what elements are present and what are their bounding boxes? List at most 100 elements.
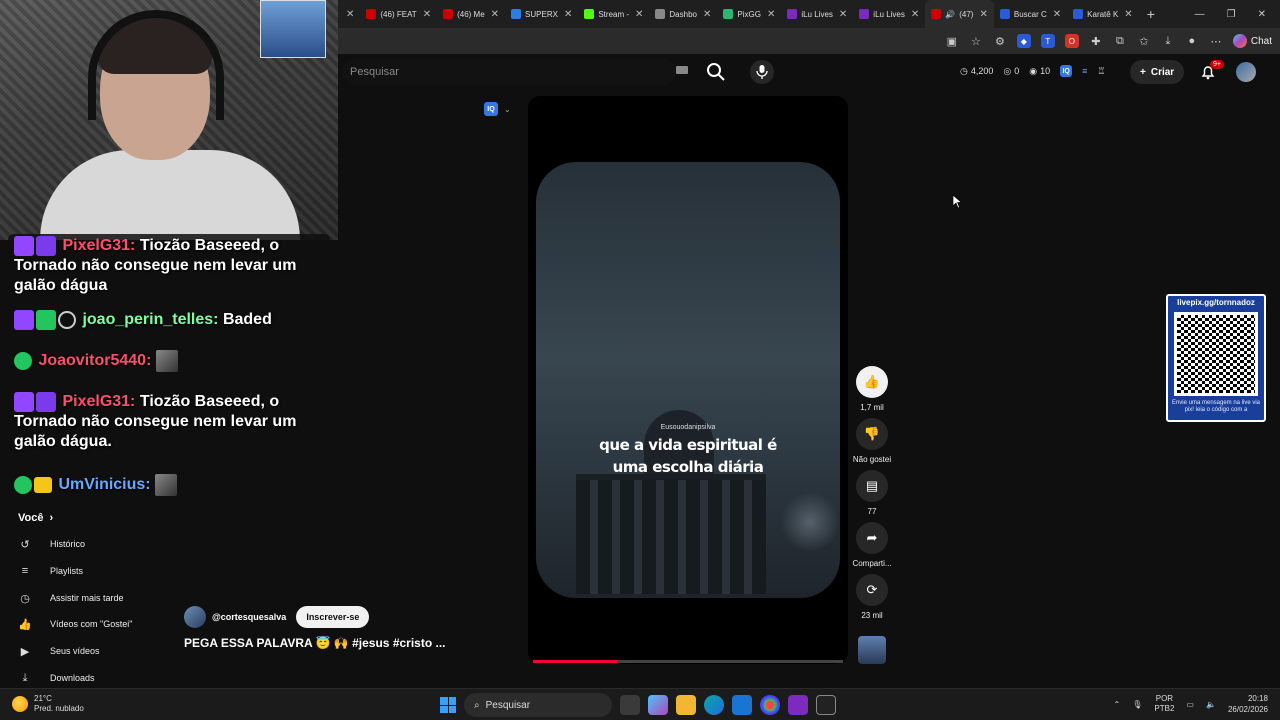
subscribe-button[interactable]: Inscrever-se [296, 606, 370, 628]
browser-tab[interactable]: Karatê K ✕ [1067, 0, 1139, 28]
close-window-button[interactable]: ✕ [1258, 9, 1266, 20]
browser-tab[interactable]: ✕ [338, 0, 360, 28]
close-icon[interactable]: ✕ [703, 9, 711, 20]
clock-date: 26/02/2026 [1227, 705, 1268, 714]
network-icon[interactable]: ▭ [1186, 700, 1194, 709]
remix-button[interactable]: ⟳ [856, 574, 888, 606]
sidebar-item-liked[interactable]: 👍 Vídeos com "Gostei" [18, 611, 132, 637]
like-button[interactable]: 👍 [856, 366, 888, 398]
account-avatar[interactable] [1236, 62, 1256, 82]
sidebar-item-watch-later[interactable]: ◷ Assistir mais tarde [18, 585, 123, 611]
keyboard-icon[interactable] [676, 66, 688, 74]
video-title[interactable]: PEGA ESSA PALAVRA 😇 🙌 #jesus #cristo ... [184, 636, 446, 650]
iq-extension-icon[interactable]: IQ [1060, 65, 1073, 77]
speaker-icon[interactable]: 🔊 [945, 10, 955, 19]
browser-tab[interactable]: (46) FEAT ✕ [360, 0, 437, 28]
copilot-icon[interactable] [648, 695, 668, 715]
extension-icon[interactable]: ⚙ [993, 34, 1007, 48]
comments-button[interactable]: ▤ [856, 470, 888, 502]
more-menu-icon[interactable]: ⋯ [1209, 34, 1223, 48]
share-button[interactable]: ➦ [856, 522, 888, 554]
trophy-icon[interactable]: ♖ [1097, 66, 1105, 77]
search-input[interactable]: Pesquisar [342, 59, 676, 85]
restore-button[interactable]: ❐ [1227, 9, 1236, 20]
puzzle-icon[interactable]: ✚ [1089, 34, 1103, 48]
windows-start-icon[interactable] [440, 697, 456, 713]
sidebar-item-playlists[interactable]: ≡ Playlists [18, 558, 83, 584]
video-caption: que a vida espiritual é uma escolha diár… [599, 436, 777, 476]
tab-label: Buscar C [1013, 9, 1047, 19]
file-explorer-icon[interactable] [676, 695, 696, 715]
photos-icon[interactable] [732, 695, 752, 715]
minimize-button[interactable]: — [1195, 9, 1205, 20]
browser-tab[interactable]: iLu Lives ✕ [853, 0, 925, 28]
close-icon[interactable]: ✕ [491, 9, 499, 20]
close-icon[interactable]: ✕ [767, 9, 775, 20]
qr-instructions: Envie uma mensagem na live via pix! leia… [1171, 400, 1261, 413]
close-icon[interactable]: ✕ [979, 9, 987, 20]
browser-tab[interactable]: Stream - ✕ [578, 0, 649, 28]
close-icon[interactable]: ✕ [839, 9, 847, 20]
mic-icon[interactable]: 🎙 [1132, 700, 1142, 709]
browser-tab[interactable]: PixGG ✕ [717, 0, 781, 28]
sidebar-section-you[interactable]: Você › [18, 512, 53, 524]
edge-icon[interactable] [704, 695, 724, 715]
browser-tab[interactable]: Dashbo ✕ [649, 0, 717, 28]
close-icon[interactable]: ✕ [911, 9, 919, 20]
close-icon[interactable]: ✕ [423, 9, 431, 20]
dislike-button[interactable]: 👎 [856, 418, 888, 450]
app-icon[interactable] [788, 695, 808, 715]
office-extension-icon[interactable]: O [1064, 34, 1079, 48]
task-view-icon[interactable] [620, 695, 640, 715]
chevron-up-icon[interactable]: ⌃ [1114, 700, 1121, 709]
live-chat-overlay: PixelG31: Tiozão Baseeed, o Tornado não … [0, 234, 338, 506]
download-icon[interactable]: ⤓ [1161, 34, 1175, 48]
close-icon[interactable]: ✕ [1053, 9, 1061, 20]
profile-icon[interactable]: ● [1185, 34, 1199, 48]
poster-thumbnail [260, 0, 326, 58]
shorts-player[interactable]: Eusouodanipsilva que a vida espiritual é… [528, 96, 848, 664]
browser-tab[interactable]: SUPERX ✕ [505, 0, 578, 28]
clock[interactable]: 20:18 26/02/2026 [1228, 693, 1268, 715]
favorite-star-icon[interactable]: ☆ [969, 34, 983, 48]
notepad-icon[interactable] [816, 695, 836, 715]
input-language[interactable]: POR PTB2 [1154, 694, 1174, 714]
browser-tab[interactable]: Buscar C ✕ [994, 0, 1067, 28]
twitch-icon [14, 236, 34, 256]
search-icon[interactable] [706, 62, 726, 82]
filter-icon[interactable]: ≡ [1082, 66, 1087, 76]
favorites-icon[interactable]: ✩ [1137, 34, 1151, 48]
dislike-action: 👎 Não gostei [846, 418, 898, 464]
create-button[interactable]: + Criar [1130, 60, 1185, 84]
new-tab-button[interactable]: + [1147, 6, 1155, 22]
browser-tab[interactable]: iLu Lives ✕ [781, 0, 853, 28]
video-progress-bar[interactable] [533, 660, 843, 663]
copilot-chat-button[interactable]: Chat [1232, 34, 1272, 48]
chrome-icon[interactable] [760, 695, 780, 715]
voice-search-button[interactable] [750, 60, 774, 84]
twitch-icon [14, 310, 34, 330]
clock-icon: ◷ [20, 592, 30, 605]
star-badge-icon [36, 392, 56, 412]
browser-tab[interactable]: (46) Me ✕ [437, 0, 505, 28]
shield-extension-icon[interactable]: ◆ [1016, 34, 1031, 48]
sound-thumbnail[interactable] [858, 636, 886, 664]
translate-extension-icon[interactable]: T [1040, 34, 1055, 48]
weather-widget[interactable]: 21°C Pred. nublado [12, 694, 84, 714]
volume-icon[interactable]: 🔈 [1206, 700, 1216, 709]
iq-extension-button[interactable]: IQ ⌄ [484, 102, 511, 116]
close-icon[interactable]: ✕ [1124, 9, 1132, 20]
sidebar-item-history[interactable]: ↺ Histórico [18, 531, 85, 557]
channel-name[interactable]: @cortesquesalva [212, 612, 286, 622]
shorts-video[interactable]: Eusouodanipsilva que a vida espiritual é… [536, 162, 840, 598]
video-progress-fill [533, 660, 617, 663]
taskbar-search[interactable]: ⌕ Pesquisar [464, 693, 612, 717]
close-icon[interactable]: ✕ [564, 9, 572, 20]
close-icon[interactable]: ✕ [635, 9, 643, 20]
split-screen-icon[interactable]: ▣ [945, 34, 959, 48]
split-tabs-icon[interactable]: ⧉ [1113, 34, 1127, 48]
channel-avatar[interactable] [184, 606, 206, 628]
sidebar-item-your-videos[interactable]: ▶ Seus vídeos [18, 638, 100, 664]
close-icon[interactable]: ✕ [346, 9, 354, 20]
browser-tab-active[interactable]: 🔊 (47) ✕ [925, 0, 994, 28]
